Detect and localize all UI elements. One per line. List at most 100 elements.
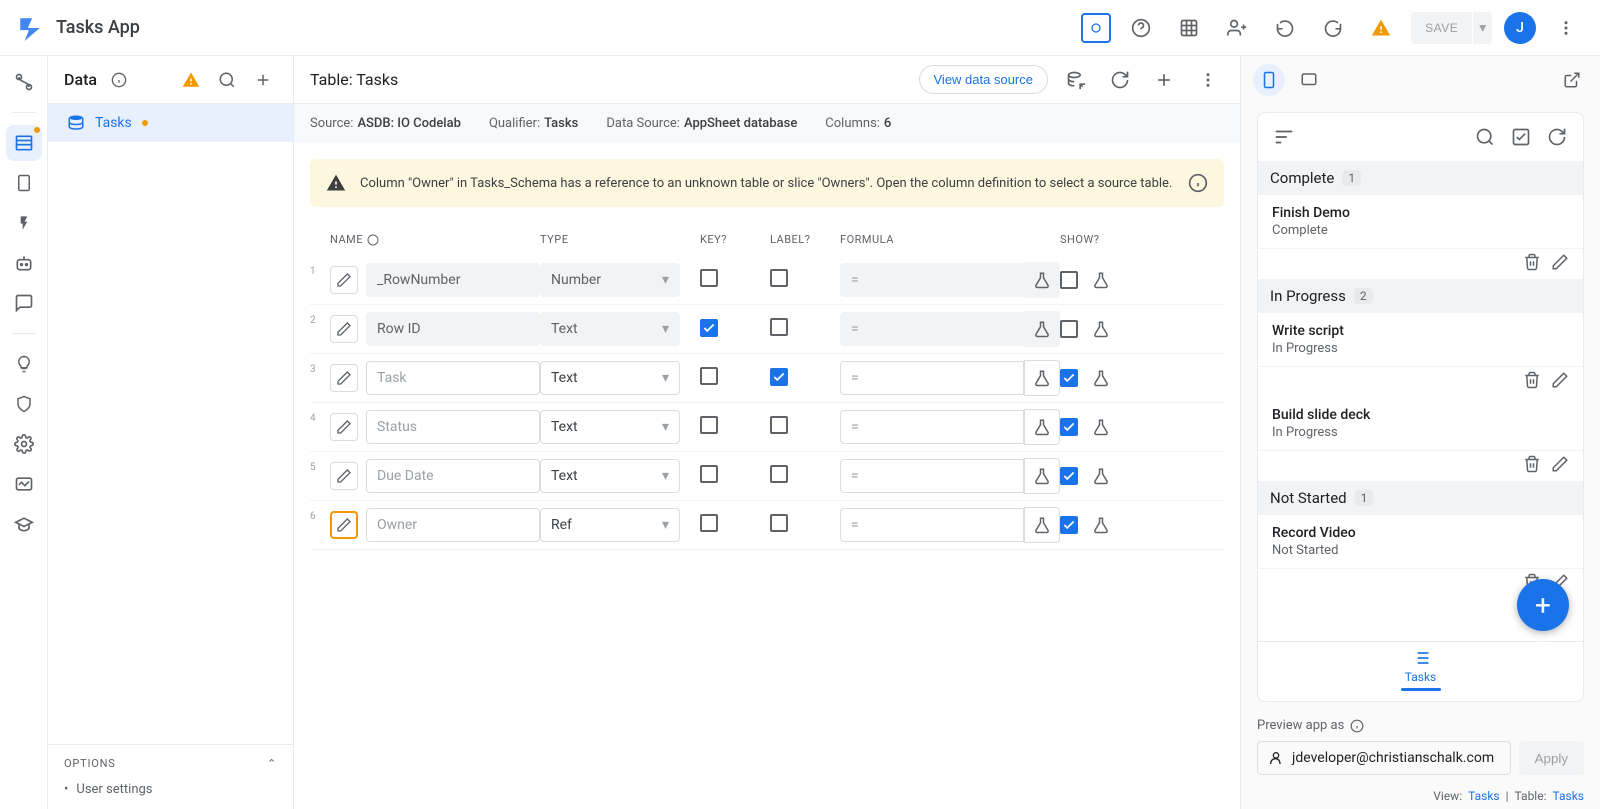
rail-settings-icon[interactable] <box>6 426 42 462</box>
label-checkbox[interactable] <box>770 465 788 483</box>
show-flask-button[interactable] <box>1092 467 1110 485</box>
info-icon[interactable] <box>1350 719 1364 733</box>
deploy-icon[interactable] <box>1081 13 1111 43</box>
show-checkbox[interactable] <box>1060 271 1078 289</box>
task-card[interactable]: Write scriptIn Progress <box>1258 313 1583 397</box>
formula-input[interactable]: = <box>840 410 1024 444</box>
view-link[interactable]: Tasks <box>1468 789 1500 803</box>
flask-button[interactable] <box>1024 360 1060 396</box>
rail-intelligence-icon[interactable] <box>6 346 42 382</box>
table-link[interactable]: Tasks <box>1553 789 1585 803</box>
rail-data-icon[interactable] <box>6 125 42 161</box>
refresh-icon[interactable] <box>1104 64 1136 96</box>
user-settings-item[interactable]: • User settings <box>64 782 277 797</box>
label-checkbox[interactable] <box>770 269 788 287</box>
rail-chat-icon[interactable] <box>6 285 42 321</box>
regenerate-icon[interactable] <box>1060 64 1092 96</box>
add-table-icon[interactable] <box>249 66 277 94</box>
info-icon[interactable] <box>1188 173 1208 193</box>
tablet-preview-button[interactable] <box>1293 64 1325 96</box>
flask-button[interactable] <box>1024 458 1060 494</box>
edit-column-button[interactable] <box>330 266 358 294</box>
undo-icon[interactable] <box>1267 10 1303 46</box>
task-card[interactable]: Finish DemoComplete <box>1258 195 1583 279</box>
group-header[interactable]: Not Started1 <box>1258 481 1583 515</box>
rail-views-icon[interactable] <box>6 165 42 201</box>
add-user-icon[interactable] <box>1219 10 1255 46</box>
show-flask-button[interactable] <box>1092 369 1110 387</box>
table-more-icon[interactable] <box>1192 64 1224 96</box>
rail-security-icon[interactable] <box>6 386 42 422</box>
formula-input[interactable]: = <box>840 263 1024 297</box>
flask-button[interactable] <box>1024 311 1060 347</box>
label-checkbox[interactable] <box>770 368 788 386</box>
column-type-select[interactable]: Text▾ <box>540 410 680 444</box>
show-checkbox[interactable] <box>1060 418 1078 436</box>
column-type-select[interactable]: Text▾ <box>540 312 680 346</box>
panel-warning-icon[interactable] <box>177 66 205 94</box>
rail-actions-icon[interactable] <box>6 205 42 241</box>
label-checkbox[interactable] <box>770 318 788 336</box>
grid-icon[interactable] <box>1171 10 1207 46</box>
edit-icon[interactable] <box>1551 455 1569 473</box>
group-header[interactable]: Complete1 <box>1258 161 1583 195</box>
open-preview-icon[interactable] <box>1556 64 1588 96</box>
sidebar-item-tasks[interactable]: Tasks <box>48 104 293 142</box>
edit-column-button[interactable] <box>330 511 358 539</box>
show-flask-button[interactable] <box>1092 271 1110 289</box>
delete-icon[interactable] <box>1523 253 1541 271</box>
label-checkbox[interactable] <box>770 514 788 532</box>
show-checkbox[interactable] <box>1060 467 1078 485</box>
mobile-preview-button[interactable] <box>1253 64 1285 96</box>
show-flask-button[interactable] <box>1092 320 1110 338</box>
key-checkbox[interactable] <box>700 319 718 337</box>
help-icon[interactable] <box>1123 10 1159 46</box>
edit-column-button[interactable] <box>330 364 358 392</box>
info-icon[interactable] <box>105 66 133 94</box>
task-card[interactable]: Build slide deckIn Progress <box>1258 397 1583 481</box>
flask-button[interactable] <box>1024 409 1060 445</box>
options-toggle[interactable]: OPTIONS ⌃ <box>64 757 277 770</box>
rail-learn-icon[interactable] <box>6 506 42 542</box>
column-name-input[interactable]: Owner <box>366 508 540 542</box>
delete-icon[interactable] <box>1523 371 1541 389</box>
formula-input[interactable]: = <box>840 312 1024 346</box>
key-checkbox[interactable] <box>700 367 718 385</box>
show-checkbox[interactable] <box>1060 320 1078 338</box>
column-name-input[interactable]: _RowNumber <box>366 263 540 297</box>
edit-column-button[interactable] <box>330 462 358 490</box>
rail-monitor-icon[interactable] <box>6 466 42 502</box>
fab-add-button[interactable]: + <box>1517 579 1569 631</box>
show-flask-button[interactable] <box>1092 418 1110 436</box>
key-checkbox[interactable] <box>700 514 718 532</box>
formula-input[interactable]: = <box>840 508 1024 542</box>
column-type-select[interactable]: Number▾ <box>540 263 680 297</box>
column-type-select[interactable]: Ref▾ <box>540 508 680 542</box>
show-checkbox[interactable] <box>1060 516 1078 534</box>
column-name-input[interactable]: Status <box>366 410 540 444</box>
add-column-icon[interactable] <box>1148 64 1180 96</box>
rail-home-icon[interactable] <box>6 64 42 100</box>
preview-refresh-icon[interactable] <box>1543 123 1571 151</box>
formula-input[interactable]: = <box>840 459 1024 493</box>
show-flask-button[interactable] <box>1092 516 1110 534</box>
edit-icon[interactable] <box>1551 371 1569 389</box>
key-checkbox[interactable] <box>700 465 718 483</box>
flask-button[interactable] <box>1024 262 1060 298</box>
redo-icon[interactable] <box>1315 10 1351 46</box>
preview-search-icon[interactable] <box>1471 123 1499 151</box>
view-data-source-button[interactable]: View data source <box>919 65 1049 94</box>
warning-icon[interactable] <box>1363 10 1399 46</box>
column-type-select[interactable]: Text▾ <box>540 361 680 395</box>
rail-bot-icon[interactable] <box>6 245 42 281</box>
group-header[interactable]: In Progress2 <box>1258 279 1583 313</box>
label-checkbox[interactable] <box>770 416 788 434</box>
select-icon[interactable] <box>1507 123 1535 151</box>
preview-email-input[interactable]: jdeveloper@christianschalk.com <box>1257 741 1511 775</box>
apply-button[interactable]: Apply <box>1519 741 1584 775</box>
column-name-input[interactable]: Row ID <box>366 312 540 346</box>
phone-nav-tasks[interactable]: Tasks <box>1258 641 1583 701</box>
formula-input[interactable]: = <box>840 361 1024 395</box>
edit-column-button[interactable] <box>330 315 358 343</box>
search-icon[interactable] <box>213 66 241 94</box>
